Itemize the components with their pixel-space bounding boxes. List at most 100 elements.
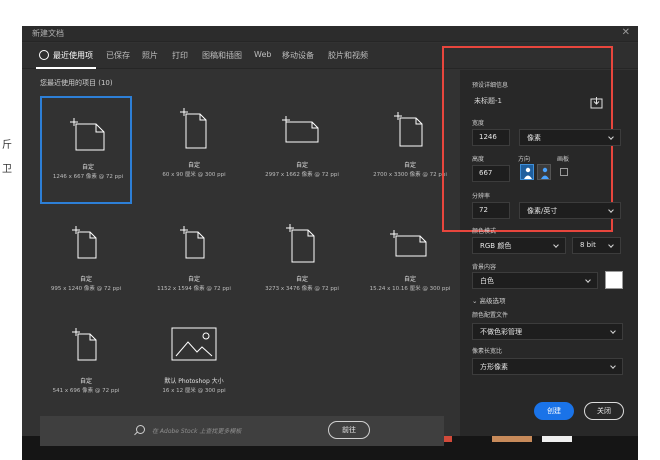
tab-film-video[interactable]: 胶片和视频 <box>328 50 368 61</box>
tab-web[interactable]: Web <box>254 50 271 59</box>
close-button[interactable]: 关闭 <box>584 402 624 420</box>
background-select[interactable]: 白色 <box>472 272 598 289</box>
recent-item-size: 15.24 x 10.16 厘米 @ 300 ppi <box>369 286 451 292</box>
orientation-label: 方向 <box>518 156 531 163</box>
chevron-down-icon <box>608 207 614 213</box>
recent-item-name: 自定 <box>295 162 308 169</box>
chevron-down-icon <box>553 242 559 248</box>
resolution-unit-select[interactable]: 像素/英寸 <box>519 202 621 219</box>
document-icon <box>72 328 97 361</box>
recent-item[interactable]: 自定 60 x 90 厘米 @ 300 ppi <box>148 96 240 204</box>
recent-item[interactable]: 默认 Photoshop 大小 16 x 12 厘米 @ 300 ppi <box>148 312 240 420</box>
pixel-aspect-value: 方形像素 <box>480 363 508 371</box>
color-mode-value: RGB 颜色 <box>480 242 512 250</box>
chevron-down-icon <box>608 242 614 248</box>
image-preset-icon <box>171 327 217 361</box>
artboard-checkbox[interactable] <box>560 168 568 176</box>
recent-item[interactable]: 自定 1152 x 1594 像素 @ 72 ppi <box>148 210 240 318</box>
recent-item-name: 自定 <box>79 378 92 385</box>
recent-item[interactable]: 自定 995 x 1240 像素 @ 72 ppi <box>40 210 132 318</box>
chevron-down-icon <box>610 328 616 334</box>
color-mode-label: 颜色模式 <box>472 228 497 235</box>
stock-search-bar: 在 Adobe Stock 上查找更多模板 前往 <box>40 416 444 446</box>
document-icon <box>180 226 205 259</box>
chevron-down-icon <box>608 134 614 140</box>
resolution-unit-value: 像素/英寸 <box>527 207 558 215</box>
background-value: 白色 <box>480 277 494 285</box>
chevron-down-icon <box>585 277 591 283</box>
artboard-label: 画板 <box>557 156 570 163</box>
portrait-orientation-icon[interactable] <box>520 164 534 180</box>
recent-item-name: 自定 <box>79 276 92 283</box>
recent-section-title: 您最近使用的项目 (10) <box>40 79 113 87</box>
landscape-orientation-icon[interactable] <box>537 164 551 180</box>
advanced-options-label: 高级选项 <box>479 297 506 305</box>
tab-art-illustration[interactable]: 图稿和插图 <box>202 50 242 61</box>
close-icon[interactable]: ✕ <box>622 27 630 38</box>
recent-item-name: 自定 <box>403 162 416 169</box>
recent-item-size: 60 x 90 厘米 @ 300 ppi <box>162 172 226 178</box>
category-tabs: 最近使用项 已保存 照片 打印 图稿和插图 Web 移动设备 胶片和视频 <box>22 43 638 69</box>
recent-item-size: 541 x 696 像素 @ 72 ppi <box>52 388 120 394</box>
tab-mobile[interactable]: 移动设备 <box>282 50 314 61</box>
recent-item-size: 2700 x 3300 像素 @ 72 ppi <box>373 172 447 178</box>
bit-depth-value: 8 bit <box>580 241 596 249</box>
recent-item-size: 995 x 1240 像素 @ 72 ppi <box>50 286 122 292</box>
document-name[interactable]: 未标题-1 <box>474 96 502 106</box>
document-icon <box>286 224 315 263</box>
width-label: 宽度 <box>472 120 485 127</box>
color-profile-label: 颜色配置文件 <box>472 312 509 319</box>
tab-saved[interactable]: 已保存 <box>106 50 130 61</box>
search-icon <box>136 425 145 434</box>
edge-glyph: 斤 <box>2 140 12 151</box>
resolution-field[interactable]: 72 <box>472 202 510 219</box>
pixel-aspect-select[interactable]: 方形像素 <box>472 358 623 375</box>
recent-item[interactable]: 自定 2997 x 1662 像素 @ 72 ppi <box>256 96 348 204</box>
chevron-down-icon: ⌄ <box>472 297 480 305</box>
recent-item[interactable]: 自定 1246 x 667 像素 @ 72 ppi <box>40 96 132 204</box>
bit-depth-select[interactable]: 8 bit <box>572 237 621 254</box>
edge-glyph: 卫 <box>2 164 12 175</box>
recent-item-name: 自定 <box>295 276 308 283</box>
height-label: 高度 <box>472 156 485 163</box>
dialog-title: 新建文档 <box>32 29 64 38</box>
document-icon <box>70 118 105 151</box>
pixel-aspect-label: 像素长宽比 <box>472 348 503 355</box>
color-mode-select[interactable]: RGB 颜色 <box>472 237 566 254</box>
clock-icon <box>39 50 49 60</box>
preset-section-title: 预设详细信息 <box>472 82 509 89</box>
width-unit-value: 像素 <box>527 134 541 142</box>
color-profile-value: 不做色彩管理 <box>480 328 522 336</box>
recent-item-name: 自定 <box>187 276 200 283</box>
resolution-label: 分辨率 <box>472 193 491 200</box>
color-profile-select[interactable]: 不做色彩管理 <box>472 323 623 340</box>
recent-item-name: 自定 <box>187 162 200 169</box>
document-icon <box>394 112 423 147</box>
advanced-options-toggle[interactable]: ⌄ 高级选项 <box>472 295 506 305</box>
height-field[interactable]: 667 <box>472 165 510 182</box>
recent-item-name: 自定 <box>403 276 416 283</box>
document-icon <box>180 108 207 149</box>
width-unit-select[interactable]: 像素 <box>519 129 621 146</box>
go-button[interactable]: 前往 <box>328 421 370 439</box>
document-icon <box>390 230 427 257</box>
document-icon <box>72 226 97 259</box>
recent-item[interactable]: 自定 541 x 696 像素 @ 72 ppi <box>40 312 132 420</box>
recent-item-size: 16 x 12 厘米 @ 300 ppi <box>162 388 226 394</box>
save-preset-icon[interactable] <box>590 94 603 109</box>
width-field[interactable]: 1246 <box>472 129 510 146</box>
recent-item-size: 1152 x 1594 像素 @ 72 ppi <box>157 286 231 292</box>
tab-print[interactable]: 打印 <box>172 50 188 61</box>
recent-item-size: 1246 x 667 像素 @ 72 ppi <box>52 174 124 180</box>
document-icon <box>282 116 319 143</box>
create-button[interactable]: 创建 <box>534 402 574 420</box>
recent-item[interactable]: 自定 2700 x 3300 像素 @ 72 ppi <box>364 96 456 204</box>
recent-item-name: 自定 <box>81 164 94 171</box>
recent-item[interactable]: 自定 15.24 x 10.16 厘米 @ 300 ppi <box>364 210 456 318</box>
tab-photo[interactable]: 照片 <box>142 50 158 61</box>
background-color-swatch[interactable] <box>605 271 623 289</box>
search-input[interactable]: 在 Adobe Stock 上查找更多模板 <box>152 426 241 435</box>
tab-recent[interactable]: 最近使用项 <box>53 50 93 61</box>
chevron-down-icon <box>610 363 616 369</box>
recent-item[interactable]: 自定 3273 x 3476 像素 @ 72 ppi <box>256 210 348 318</box>
